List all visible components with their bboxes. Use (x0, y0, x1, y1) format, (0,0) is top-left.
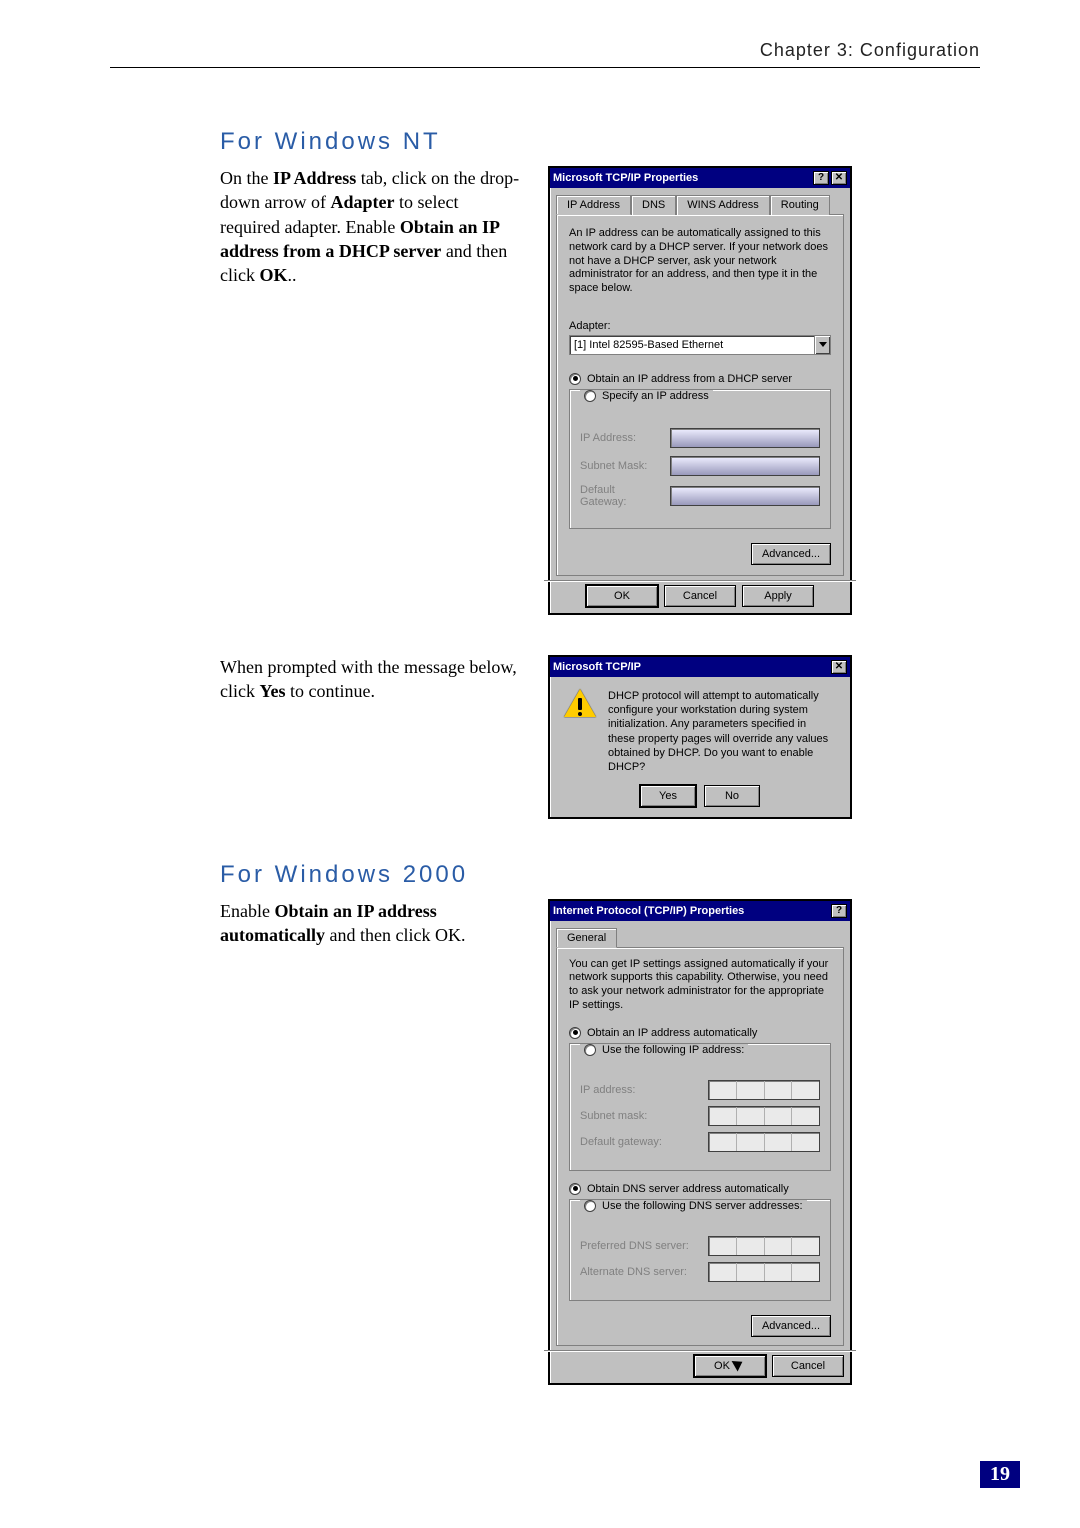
gateway-input[interactable] (708, 1132, 820, 1152)
prompt-titlebar: Microsoft TCP/IP ✕ (550, 657, 850, 677)
radio-auto-dns-label: Obtain DNS server address automatically (587, 1183, 789, 1195)
tab-routing[interactable]: Routing (770, 195, 830, 215)
t: Adapter (330, 192, 394, 212)
cancel-button[interactable]: Cancel (664, 585, 736, 607)
specify-ip-group: Specify an IP address IP Address: Subnet… (569, 389, 831, 529)
heading-winnt: For Windows NT (220, 128, 980, 156)
pref-dns-input[interactable] (708, 1236, 820, 1256)
page-header: Chapter 3: Configuration (110, 40, 980, 67)
help-icon[interactable]: ? (831, 904, 847, 918)
use-ip-group: Use the following IP address: IP address… (569, 1043, 831, 1171)
radio-specify-ip[interactable] (584, 390, 596, 402)
radio-auto-ip[interactable] (569, 1027, 581, 1039)
use-dns-group: Use the following DNS server addresses: … (569, 1199, 831, 1301)
page-number: 19 (980, 1461, 1020, 1488)
ip-address-label: IP address: (580, 1084, 700, 1096)
gateway-label: Default Gateway: (580, 484, 660, 508)
no-button[interactable]: No (704, 785, 760, 807)
radio-auto-dns[interactable] (569, 1183, 581, 1195)
winnt-prompt-paragraph: When prompted with the message below, cl… (220, 655, 520, 704)
t: .. (288, 265, 297, 285)
header-rule (110, 67, 980, 68)
nt-properties-dialog: Microsoft TCP/IP Properties ? ✕ IP Addre… (548, 166, 852, 615)
help-icon[interactable]: ? (813, 171, 829, 185)
t: and then click OK. (325, 925, 465, 945)
ok-label: OK (714, 1360, 730, 1372)
radio-use-ip[interactable] (584, 1044, 596, 1056)
nt-titlebar: Microsoft TCP/IP Properties ? ✕ (550, 168, 850, 188)
w2k-properties-dialog: Internet Protocol (TCP/IP) Properties ? … (548, 899, 852, 1385)
t: On the (220, 168, 273, 188)
dhcp-prompt-dialog: Microsoft TCP/IP ✕ DHCP protocol will at… (548, 655, 852, 819)
alt-dns-label: Alternate DNS server: (580, 1266, 700, 1278)
ok-button[interactable]: OK (586, 585, 658, 607)
radio-use-dns[interactable] (584, 1200, 596, 1212)
w2k-description: You can get IP settings assigned automat… (569, 958, 831, 1013)
nt-description: An IP address can be automatically assig… (569, 227, 831, 296)
pref-dns-label: Preferred DNS server: (580, 1240, 700, 1252)
radio-use-dns-label: Use the following DNS server addresses: (602, 1200, 803, 1212)
adapter-combobox[interactable]: [1] Intel 82595-Based Ethernet (569, 335, 831, 355)
ok-button[interactable]: OK (694, 1355, 766, 1377)
subnet-mask-label: Subnet mask: (580, 1110, 700, 1122)
radio-dhcp[interactable] (569, 373, 581, 385)
w2k-title: Internet Protocol (TCP/IP) Properties (553, 905, 829, 917)
tab-general[interactable]: General (556, 928, 617, 948)
close-icon[interactable]: ✕ (831, 171, 847, 185)
radio-use-ip-label: Use the following IP address: (602, 1044, 744, 1056)
subnet-mask-input[interactable] (708, 1106, 820, 1126)
adapter-value: [1] Intel 82595-Based Ethernet (570, 339, 814, 351)
t: IP Address (273, 168, 356, 188)
radio-auto-ip-label: Obtain an IP address automatically (587, 1027, 757, 1039)
cancel-button[interactable]: Cancel (772, 1355, 844, 1377)
t: OK (259, 265, 287, 285)
radio-dhcp-label: Obtain an IP address from a DHCP server (587, 373, 792, 385)
ip-address-input[interactable] (670, 428, 820, 448)
tab-dns[interactable]: DNS (631, 195, 676, 215)
apply-button[interactable]: Apply (742, 585, 814, 607)
advanced-button[interactable]: Advanced... (751, 543, 831, 565)
alt-dns-input[interactable] (708, 1262, 820, 1282)
w2k-titlebar: Internet Protocol (TCP/IP) Properties ? (550, 901, 850, 921)
nt-tabs: IP Address DNS WINS Address Routing (550, 188, 850, 214)
heading-win2k: For Windows 2000 (220, 861, 980, 889)
tab-wins[interactable]: WINS Address (676, 195, 770, 215)
t: Enable (220, 901, 274, 921)
prompt-text: DHCP protocol will attempt to automatica… (608, 689, 836, 775)
nt-title: Microsoft TCP/IP Properties (553, 172, 811, 184)
prompt-title: Microsoft TCP/IP (553, 661, 829, 673)
w2k-tab-body: You can get IP settings assigned automat… (556, 947, 844, 1346)
close-icon[interactable]: ✕ (831, 660, 847, 674)
winnt-paragraph: On the IP Address tab, click on the drop… (220, 166, 520, 287)
chevron-down-icon[interactable] (814, 336, 830, 354)
t: Yes (259, 681, 285, 701)
subnet-mask-input[interactable] (670, 456, 820, 476)
ip-address-input[interactable] (708, 1080, 820, 1100)
radio-specify-ip-label: Specify an IP address (602, 390, 709, 402)
subnet-mask-label: Subnet Mask: (580, 460, 660, 472)
tab-ip-address[interactable]: IP Address (556, 195, 631, 215)
ip-address-label: IP Address: (580, 432, 660, 444)
t: to continue. (285, 681, 374, 701)
yes-button[interactable]: Yes (640, 785, 696, 807)
win2k-paragraph: Enable Obtain an IP address automaticall… (220, 899, 520, 948)
nt-tab-body: An IP address can be automatically assig… (556, 214, 844, 576)
advanced-button[interactable]: Advanced... (751, 1315, 831, 1337)
adapter-label: Adapter: (569, 320, 831, 332)
gateway-input[interactable] (670, 486, 820, 506)
warning-icon (564, 689, 596, 721)
gateway-label: Default gateway: (580, 1136, 700, 1148)
cursor-icon (734, 1358, 746, 1374)
